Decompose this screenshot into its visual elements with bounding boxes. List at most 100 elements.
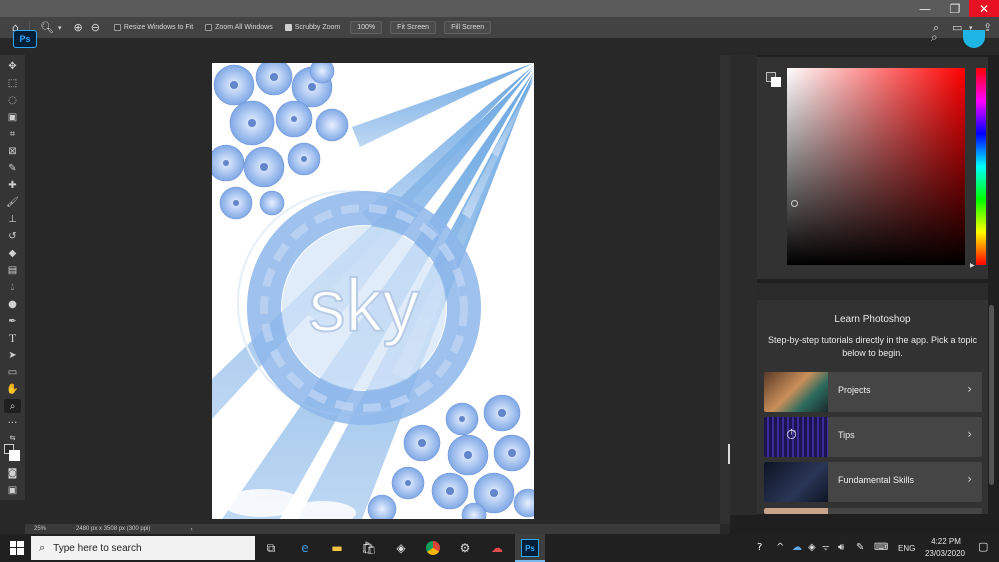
gradient-tool-icon[interactable]: ▤ [4,263,21,277]
quick-mask-icon[interactable]: ◙ [4,466,21,480]
chevron-right-icon: › [967,472,972,486]
swap-colors-icon[interactable]: ⇆ [4,431,21,445]
artwork-image: sky [212,63,534,519]
fill-screen-button[interactable]: Fill Screen [444,21,492,34]
lasso-tool-icon[interactable]: ◌ [4,93,21,107]
clock-time[interactable]: 4:22 PM [926,537,966,546]
type-tool-icon[interactable]: T [4,331,21,345]
resize-windows-label: Resize Windows to Fit [123,24,194,31]
crop-tool-icon[interactable]: ⌗ [4,127,21,141]
eraser-tool-icon[interactable]: ◆ [4,246,21,260]
workspace-icon[interactable]: ▭ [952,21,962,34]
fit-screen-button[interactable]: Fit Screen [390,21,437,34]
start-button[interactable] [5,534,29,562]
windows-logo-icon [10,541,24,555]
onedrive-icon[interactable]: ☁ [792,542,802,553]
task-view-icon[interactable]: ⧉ [262,539,280,557]
help-icon[interactable]: ? [757,542,762,553]
dropbox-icon[interactable]: ◈ [392,539,410,557]
healing-brush-icon[interactable]: ✚ [4,178,21,192]
learn-item-tips[interactable]: ⏱ Tips › [764,417,982,457]
zoom-tool-icon[interactable]: 🔍︎ [40,21,54,34]
tips-thumbnail: ⏱ [764,417,828,457]
path-selection-icon[interactable]: ➤ [4,348,21,362]
stopwatch-icon: ⏱ [786,427,797,443]
minimize-button[interactable]: — [910,0,940,17]
hue-slider-handle[interactable]: ▶ [970,262,975,269]
status-bar: 25% 2480 px x 3508 px (300 ppi) › [25,524,720,534]
hand-tool-icon[interactable]: ✋ [4,382,21,396]
zoom-all-checkbox[interactable]: Zoom All Windows [205,24,273,31]
artwork-text: sky [309,264,420,347]
move-tool-icon[interactable]: ✥ [4,59,21,73]
search-icon[interactable]: ⌕ [931,30,938,45]
learn-item-label: Tips [838,430,855,440]
color-picker-field[interactable] [787,68,965,265]
avatar[interactable] [963,30,985,48]
clock-date[interactable]: 23/03/2020 [920,549,970,558]
restore-button[interactable]: ❐ [940,0,970,17]
photoshop-logo: Ps [13,30,37,48]
learn-item-label: Projects [838,385,871,395]
edge-browser-icon[interactable]: e [296,539,314,557]
background-color-swatch[interactable] [771,77,781,87]
keyboard-icon[interactable]: ⌨ [874,542,888,553]
options-bar: ⌂ 🔍︎ ▾ ⊕ ⊖ Resize Windows to Fit Zoom Al… [0,17,999,38]
status-menu-arrow[interactable]: › [190,526,192,533]
learn-item-label: Fundamental Skills [838,475,915,485]
canvas-area[interactable]: sky [25,55,720,524]
fundamental-skills-thumbnail [764,462,828,502]
creative-cloud-icon[interactable]: ☁ [488,539,506,557]
screen-mode-icon[interactable]: ▣ [4,483,21,497]
learn-item-fundamental-skills[interactable]: Fundamental Skills › [764,462,982,502]
zoom-tool-icon[interactable]: ⌕ [4,399,21,413]
zoom-value-field[interactable]: 100% [350,21,383,34]
frame-tool-icon[interactable]: ⊠ [4,144,21,158]
background-color-swatch[interactable] [9,450,20,461]
scrubby-zoom-checkbox[interactable]: Scrubby Zoom [284,24,341,31]
object-select-tool-icon[interactable]: ▣ [4,110,21,124]
pen-icon[interactable]: ✎ [856,542,864,553]
collapsed-panel-strip [730,55,757,515]
chevron-down-icon[interactable]: ▾ [58,24,62,32]
scrubby-zoom-label: Scrubby Zoom [294,24,341,31]
marquee-tool-icon[interactable]: ⬚ [4,76,21,90]
blur-tool-icon[interactable]: 💧︎ [4,280,21,294]
document-canvas[interactable]: sky [212,63,534,519]
projects-thumbnail [764,372,828,412]
wifi-icon[interactable]: ᯤ [822,542,829,553]
settings-gear-icon[interactable]: ⚙ [456,539,474,557]
close-button[interactable]: ✕ [969,0,999,17]
dropbox-tray-icon[interactable]: ◈ [808,542,816,553]
zoom-level[interactable]: 25% [34,526,64,532]
learn-panel-scrollbar[interactable] [989,305,994,485]
chevron-up-icon[interactable]: ^ [776,542,784,553]
taskbar-search-box[interactable]: ⌕ Type here to search [31,536,255,560]
rectangle-tool-icon[interactable]: ▭ [4,365,21,379]
window-title-bar: — ❐ ✕ [0,0,999,17]
input-language[interactable]: ENG [898,544,915,553]
color-picker-marker[interactable] [791,200,798,207]
chrome-logo [426,541,440,555]
dodge-tool-icon[interactable]: ● [4,297,21,311]
brush-tool-icon[interactable]: 🖌︎ [4,195,21,209]
zoom-out-icon[interactable]: ⊖ [91,21,100,34]
volume-icon[interactable]: 🔊︎ [838,542,844,553]
zoom-in-icon[interactable]: ⊕ [73,21,82,34]
clone-stamp-icon[interactable]: ⊥ [4,212,21,226]
file-explorer-icon[interactable]: ▬ [328,539,346,557]
hue-slider[interactable] [976,68,986,265]
eyedropper-tool-icon[interactable]: ✎ [4,161,21,175]
pen-tool-icon[interactable]: ✒ [4,314,21,328]
checkbox-box-checked [284,24,292,31]
notification-icon[interactable]: ▢ [978,540,988,553]
chrome-icon[interactable] [424,539,442,557]
more-tools-icon[interactable]: ··· [4,416,21,430]
resize-windows-checkbox[interactable]: Resize Windows to Fit [113,24,194,31]
history-brush-icon[interactable]: ↺ [4,229,21,243]
learn-item-projects[interactable]: Projects › [764,372,982,412]
learn-item-partial[interactable] [764,508,982,514]
panel-separator [757,283,988,300]
store-icon[interactable]: 🛍︎ [360,539,378,557]
photoshop-taskbar-icon[interactable]: Ps [521,539,539,557]
